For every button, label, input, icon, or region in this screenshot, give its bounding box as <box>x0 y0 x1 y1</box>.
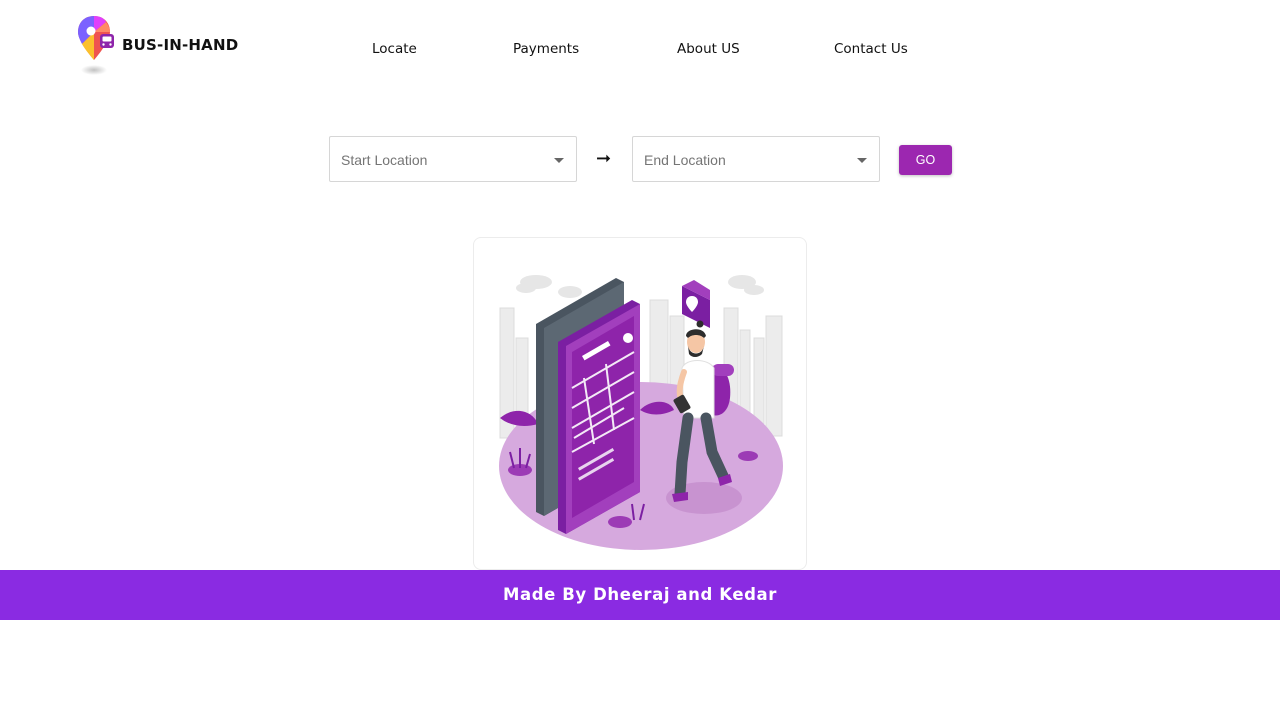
person-with-map-phone-illustration <box>499 275 783 550</box>
nav-link-payments[interactable]: Payments <box>513 41 579 57</box>
end-location-placeholder: End Location <box>644 152 726 168</box>
page: BUS-IN-HAND Locate Payments About US Con… <box>0 0 1280 720</box>
nav-link-about-us[interactable]: About US <box>677 41 740 57</box>
go-button[interactable]: GO <box>899 145 952 175</box>
illustration-card <box>473 237 807 570</box>
brand-logo[interactable]: BUS-IN-HAND <box>76 14 238 80</box>
start-location-placeholder: Start Location <box>341 152 428 168</box>
nav-link-locate[interactable]: Locate <box>372 41 417 57</box>
footer: Made By Dheeraj and Kedar <box>0 570 1280 620</box>
end-location-select[interactable]: End Location <box>632 136 880 182</box>
chevron-down-icon <box>554 158 564 163</box>
brand-name: BUS-IN-HAND <box>122 36 239 54</box>
map-pin-bus-icon <box>76 14 120 80</box>
arrow-right-icon: ➞ <box>596 148 612 169</box>
chevron-down-icon <box>857 158 867 163</box>
footer-credit: Made By Dheeraj and Kedar <box>502 585 778 604</box>
start-location-select[interactable]: Start Location <box>329 136 577 182</box>
nav-link-contact-us[interactable]: Contact Us <box>834 41 908 57</box>
